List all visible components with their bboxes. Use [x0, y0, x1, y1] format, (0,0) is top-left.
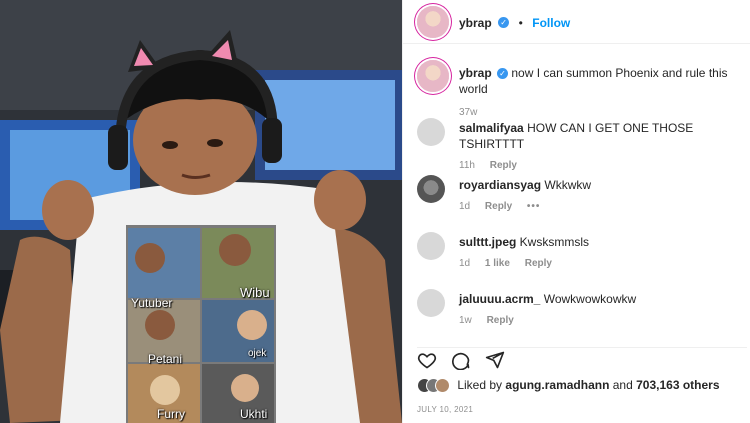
comment-text: Kwsksmmsls	[519, 235, 589, 249]
photo-illustration	[0, 0, 402, 423]
likes-others[interactable]: 703,163 others	[636, 378, 719, 392]
caption-avatar[interactable]	[417, 60, 449, 92]
comment-username[interactable]: jaluuuu.acrm_	[459, 292, 540, 306]
comment-icon[interactable]	[451, 350, 471, 375]
likes-summary: Liked by agung.ramadhann and 703,163 oth…	[417, 378, 720, 394]
comment-age[interactable]: 1d	[459, 201, 470, 212]
comment-item: sulttt.jpeg Kwsksmmsls 1d 1 like Reply	[459, 234, 747, 269]
post-sidebar: ybrap ✓ • Follow ybrap ✓ now I can summo…	[402, 0, 750, 423]
comment-username[interactable]: salmalifyaa	[459, 121, 524, 135]
reply-button[interactable]: Reply	[485, 201, 512, 212]
shirt-label-ukhti: Ukhti	[240, 407, 268, 421]
shirt-label-yutuber: Yutuber	[131, 296, 173, 310]
comment-avatar[interactable]	[417, 118, 445, 146]
author-username[interactable]: ybrap	[459, 16, 492, 30]
post-date[interactable]: JULY 10, 2021	[417, 405, 473, 414]
verified-icon: ✓	[497, 68, 509, 80]
follow-button[interactable]: Follow	[532, 16, 570, 30]
comment-age[interactable]: 1w	[459, 315, 472, 326]
caption-age[interactable]: 37w	[459, 107, 477, 118]
likes-first-user[interactable]: agung.ramadhann	[505, 378, 609, 392]
shirt-label-petani: Petani	[148, 352, 183, 366]
comment-username[interactable]: royardiansyag	[459, 178, 541, 192]
post-header: ybrap ✓ • Follow	[403, 0, 750, 44]
comment-age[interactable]: 11h	[459, 160, 475, 171]
shirt-label-ojek: ojek	[248, 348, 267, 359]
action-bar	[417, 347, 747, 371]
comment-text: Wkkwkw	[544, 178, 592, 192]
likes-and: and	[612, 378, 633, 392]
comment-item: salmalifyaa HOW CAN I GET ONE THOSE TSHI…	[459, 120, 747, 171]
author-line: ybrap ✓ • Follow	[459, 14, 570, 32]
shirt-label-wibu: Wibu	[240, 285, 270, 300]
more-options-icon[interactable]: •••	[527, 201, 541, 212]
heart-icon[interactable]	[417, 350, 437, 375]
comment-avatar[interactable]	[417, 232, 445, 260]
comment-avatar[interactable]	[417, 289, 445, 317]
likes-prefix: Liked by	[457, 378, 503, 392]
reply-button[interactable]: Reply	[487, 315, 514, 326]
verified-icon: ✓	[498, 17, 510, 29]
post-photo[interactable]: Yutuber Wibu Petani ojek Furry Ukhti	[0, 0, 402, 423]
share-icon[interactable]	[485, 350, 505, 375]
comment-avatar[interactable]	[417, 175, 445, 203]
comment-text: Wowkwowkowkw	[543, 292, 637, 306]
reply-button[interactable]: Reply	[525, 258, 552, 269]
author-avatar[interactable]	[417, 6, 449, 38]
separator-dot: •	[518, 16, 523, 30]
comment-username[interactable]: sulttt.jpeg	[459, 235, 516, 249]
shirt-label-furry: Furry	[157, 407, 185, 421]
comment-item: jaluuuu.acrm_ Wowkwowkowkw 1w Reply	[459, 291, 747, 326]
comment-age[interactable]: 1d	[459, 258, 470, 269]
comment-likes[interactable]: 1 like	[485, 258, 510, 269]
liker-avatars[interactable]	[417, 378, 450, 394]
caption: ybrap ✓ now I can summon Phoenix and rul…	[459, 65, 747, 118]
reply-button[interactable]: Reply	[490, 160, 517, 171]
caption-username[interactable]: ybrap	[459, 66, 492, 80]
comment-item: royardiansyag Wkkwkw 1d Reply •••	[459, 177, 747, 212]
